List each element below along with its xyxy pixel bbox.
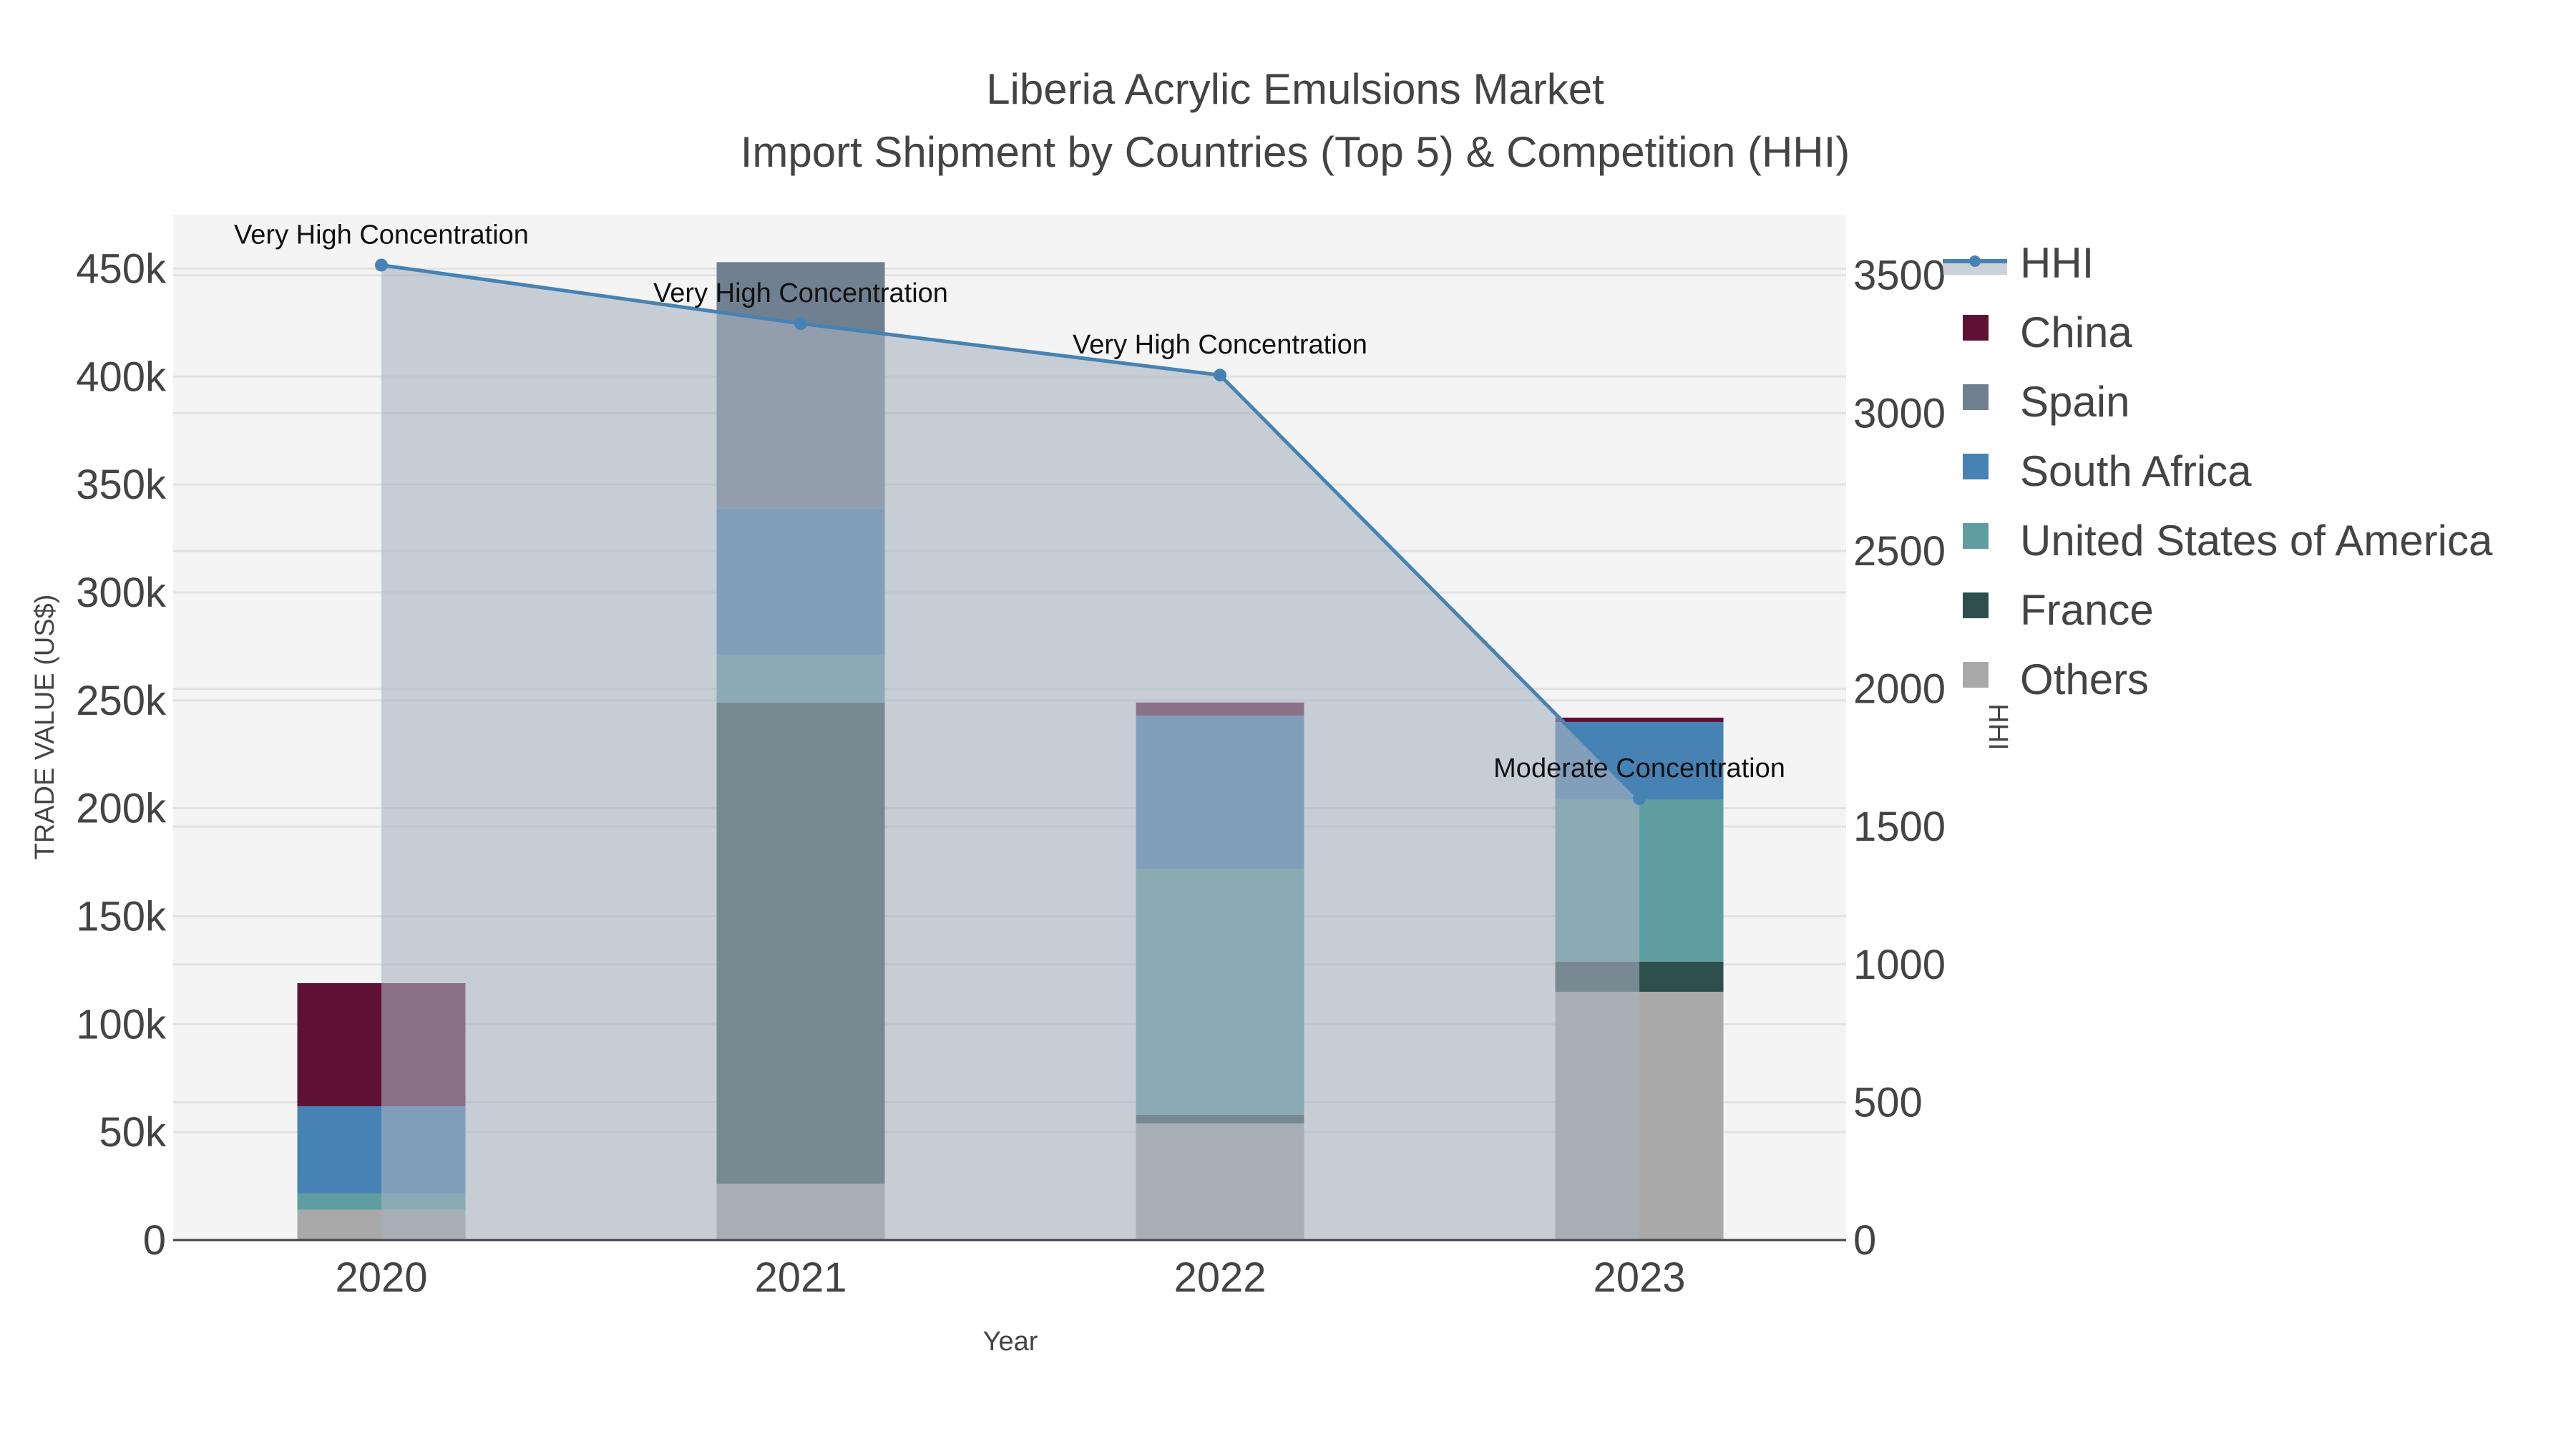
y-tick-label: 350k (76, 462, 167, 508)
y-tick-label: 50k (99, 1109, 167, 1156)
hhi-annotation: Moderate Concentration (1493, 753, 1785, 784)
chart-title: Liberia Acrylic Emulsions Market (986, 65, 1604, 113)
legend-label: HHI (2020, 239, 2094, 287)
y-tick-label: 300k (76, 570, 167, 616)
y-tick-label: 0 (143, 1217, 166, 1264)
y2-tick-label: 3500 (1853, 253, 1946, 299)
legend-swatch (1963, 454, 1989, 479)
legend-label: China (2020, 308, 2132, 356)
hhi-point (1633, 791, 1646, 805)
legend-swatch (1963, 384, 1989, 410)
x-tick-label: 2021 (754, 1254, 847, 1301)
y-tick-label: 450k (76, 245, 167, 292)
hhi-annotation: Very High Concentration (653, 278, 948, 308)
x-axis-ticks: 2020 2021 2022 2023 (335, 1254, 1685, 1301)
y-axis-ticks: 0 50k 100k 150k 200k 250k 300k 350k 400k 450k (76, 245, 167, 1264)
chart-subtitle: Import Shipment by Countries (Top 5) & C… (741, 128, 1850, 176)
legend-label: Others (2020, 655, 2149, 703)
x-tick-label: 2022 (1174, 1254, 1266, 1301)
hhi-point (1214, 369, 1226, 382)
legend-swatch (1963, 315, 1989, 341)
legend: HHI China Spain South Africa United States o… (1943, 239, 2493, 703)
chart: Liberia Acrylic Emulsions Market Import … (30, 65, 2493, 1357)
y-tick-label: 200k (76, 786, 167, 832)
legend-label: United States of America (2020, 517, 2493, 565)
y2-tick-label: 2500 (1853, 528, 1946, 575)
legend-swatch (1963, 523, 1989, 549)
y2-tick-label: 1500 (1853, 804, 1946, 850)
y2-tick-label: 1000 (1853, 942, 1946, 988)
legend-swatch (1963, 592, 1989, 618)
x-tick-label: 2023 (1593, 1254, 1685, 1301)
y-tick-label: 150k (76, 893, 167, 940)
legend-hhi-marker (1969, 255, 1981, 267)
y-tick-label: 400k (76, 353, 167, 400)
y2-tick-label: 3000 (1853, 390, 1946, 436)
y2-tick-label: 0 (1853, 1217, 1876, 1264)
y2-axis-label: HHI (1983, 703, 2013, 750)
y2-axis-ticks: 0 500 1000 1500 2000 2500 3000 3500 (1853, 253, 1946, 1264)
y2-tick-label: 500 (1853, 1079, 1923, 1126)
legend-swatch (1963, 662, 1989, 688)
bar-china (1555, 717, 1724, 722)
legend-label: South Africa (2020, 447, 2252, 495)
legend-label: France (2020, 586, 2154, 634)
hhi-annotation: Very High Concentration (1073, 330, 1367, 360)
hhi-point (794, 317, 807, 331)
x-tick-label: 2020 (335, 1254, 427, 1301)
y-axis-label: TRADE VALUE (US$) (30, 595, 60, 860)
legend-label: Spain (2020, 378, 2129, 426)
x-axis-label: Year (983, 1327, 1038, 1357)
y-tick-label: 250k (76, 678, 167, 724)
y2-tick-label: 2000 (1853, 666, 1946, 713)
hhi-point (375, 258, 388, 272)
y-tick-label: 100k (76, 1001, 167, 1048)
hhi-annotation: Very High Concentration (234, 220, 529, 250)
